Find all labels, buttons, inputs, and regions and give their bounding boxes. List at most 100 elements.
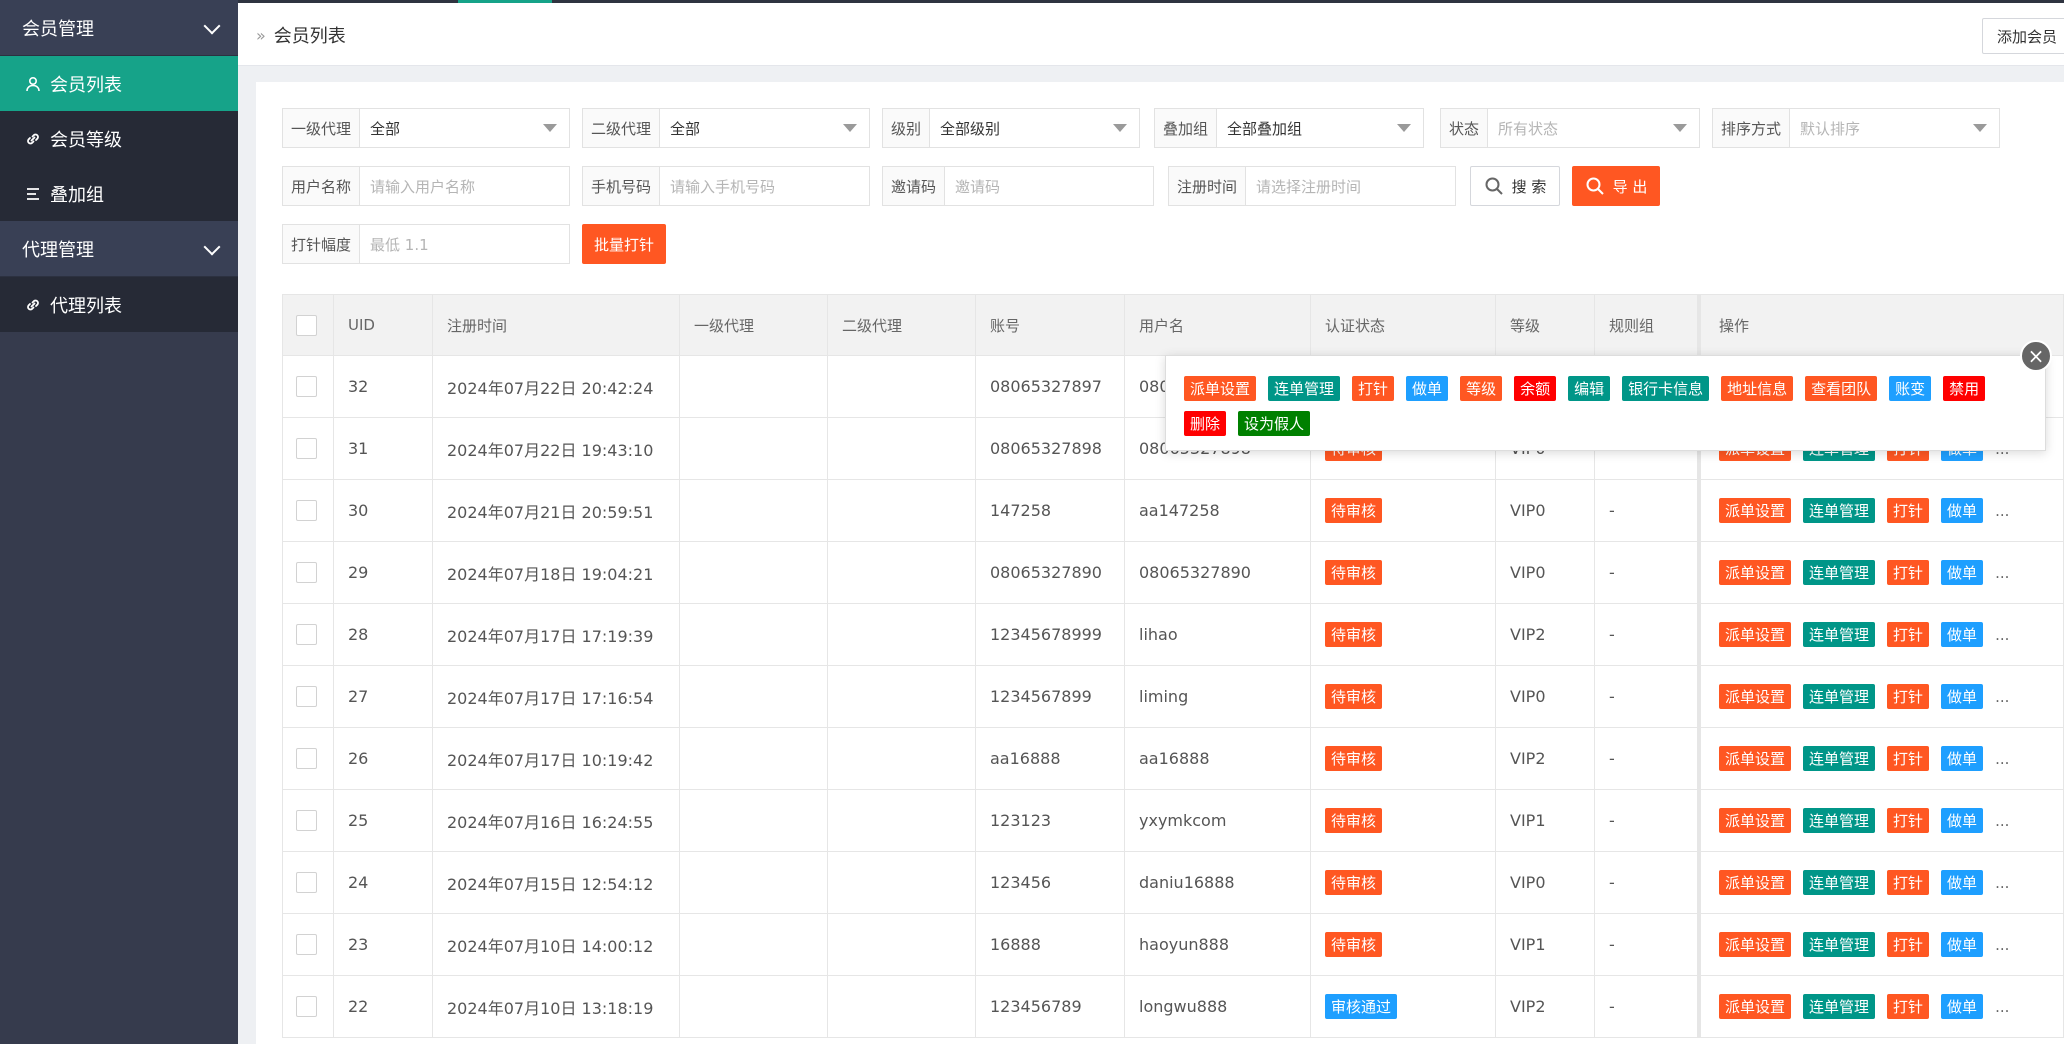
popup-action-button[interactable]: 做单 bbox=[1406, 376, 1449, 401]
row-checkbox[interactable] bbox=[296, 934, 317, 955]
more-actions-button[interactable]: ... bbox=[1995, 564, 2009, 582]
punch-button[interactable]: 打针 bbox=[1887, 622, 1930, 647]
make-order-button[interactable]: 做单 bbox=[1941, 498, 1984, 523]
make-order-button[interactable]: 做单 bbox=[1941, 560, 1984, 585]
col-rule[interactable]: 规则组 bbox=[1595, 295, 1701, 355]
stack-select[interactable]: 叠加组 全部叠加组 bbox=[1154, 108, 1424, 148]
sidebar-group-agent[interactable]: 代理管理 bbox=[0, 221, 238, 277]
sidebar-item-member-list[interactable]: 会员列表 bbox=[0, 56, 238, 111]
popup-action-button[interactable]: 派单设置 bbox=[1184, 376, 1257, 401]
more-actions-button[interactable]: ... bbox=[1995, 750, 2009, 768]
close-icon[interactable]: × bbox=[2020, 340, 2052, 372]
agent2-value[interactable]: 全部 bbox=[660, 109, 869, 147]
username-field[interactable]: 用户名称 请输入用户名称 bbox=[282, 166, 570, 206]
punch-button[interactable]: 打针 bbox=[1887, 932, 1930, 957]
more-actions-button[interactable]: ... bbox=[1995, 502, 2009, 520]
punch-button[interactable]: 打针 bbox=[1887, 994, 1930, 1019]
add-member-button[interactable]: 添加会员 bbox=[1981, 18, 2064, 54]
dispatch-settings-button[interactable]: 派单设置 bbox=[1719, 622, 1792, 647]
chain-order-button[interactable]: 连单管理 bbox=[1803, 622, 1876, 647]
status-value[interactable]: 所有状态 bbox=[1488, 109, 1699, 147]
row-checkbox[interactable] bbox=[296, 376, 317, 397]
chain-order-button[interactable]: 连单管理 bbox=[1803, 498, 1876, 523]
sidebar-group-member[interactable]: 会员管理 bbox=[0, 0, 238, 56]
col-level[interactable]: 等级 bbox=[1496, 295, 1595, 355]
chain-order-button[interactable]: 连单管理 bbox=[1803, 932, 1876, 957]
username-input[interactable]: 请输入用户名称 bbox=[360, 167, 569, 205]
make-order-button[interactable]: 做单 bbox=[1941, 932, 1984, 957]
punch-button[interactable]: 打针 bbox=[1887, 808, 1930, 833]
popup-action-button[interactable]: 设为假人 bbox=[1238, 411, 1311, 436]
level-value[interactable]: 全部级别 bbox=[930, 109, 1139, 147]
col-username[interactable]: 用户名 bbox=[1125, 295, 1311, 355]
row-checkbox[interactable] bbox=[296, 872, 317, 893]
col-uid[interactable]: UID bbox=[334, 295, 433, 355]
chain-order-button[interactable]: 连单管理 bbox=[1803, 684, 1876, 709]
col-agent2[interactable]: 二级代理 bbox=[828, 295, 976, 355]
more-actions-button[interactable]: ... bbox=[1995, 936, 2009, 954]
punch-button[interactable]: 打针 bbox=[1887, 746, 1930, 771]
punch-input[interactable]: 最低 1.1 bbox=[360, 225, 569, 263]
regtime-input[interactable]: 请选择注册时间 bbox=[1246, 167, 1455, 205]
popup-action-button[interactable]: 删除 bbox=[1184, 411, 1227, 436]
popup-action-button[interactable]: 等级 bbox=[1460, 376, 1503, 401]
agent1-select[interactable]: 一级代理 全部 bbox=[282, 108, 570, 148]
popup-action-button[interactable]: 地址信息 bbox=[1721, 376, 1794, 401]
level-select[interactable]: 级别 全部级别 bbox=[882, 108, 1140, 148]
batch-punch-button[interactable]: 批量打针 bbox=[582, 224, 666, 264]
popup-action-button[interactable]: 连单管理 bbox=[1268, 376, 1341, 401]
more-actions-button[interactable]: ... bbox=[1995, 812, 2009, 830]
punch-button[interactable]: 打针 bbox=[1887, 560, 1930, 585]
col-auth[interactable]: 认证状态 bbox=[1311, 295, 1496, 355]
chain-order-button[interactable]: 连单管理 bbox=[1803, 994, 1876, 1019]
popup-action-button[interactable]: 打针 bbox=[1352, 376, 1395, 401]
make-order-button[interactable]: 做单 bbox=[1941, 746, 1984, 771]
col-account[interactable]: 账号 bbox=[976, 295, 1125, 355]
export-button[interactable]: 导 出 bbox=[1572, 166, 1660, 206]
dispatch-settings-button[interactable]: 派单设置 bbox=[1719, 994, 1792, 1019]
row-checkbox[interactable] bbox=[296, 562, 317, 583]
popup-action-button[interactable]: 编辑 bbox=[1568, 376, 1611, 401]
popup-action-button[interactable]: 余额 bbox=[1514, 376, 1557, 401]
stack-value[interactable]: 全部叠加组 bbox=[1217, 109, 1423, 147]
select-all-checkbox[interactable] bbox=[296, 314, 317, 336]
phone-input[interactable]: 请输入手机号码 bbox=[660, 167, 869, 205]
phone-field[interactable]: 手机号码 请输入手机号码 bbox=[582, 166, 870, 206]
dispatch-settings-button[interactable]: 派单设置 bbox=[1719, 560, 1792, 585]
chain-order-button[interactable]: 连单管理 bbox=[1803, 870, 1876, 895]
dispatch-settings-button[interactable]: 派单设置 bbox=[1719, 808, 1792, 833]
row-checkbox[interactable] bbox=[296, 748, 317, 769]
col-agent1[interactable]: 一级代理 bbox=[680, 295, 828, 355]
agent2-select[interactable]: 二级代理 全部 bbox=[582, 108, 870, 148]
dispatch-settings-button[interactable]: 派单设置 bbox=[1719, 684, 1792, 709]
more-actions-button[interactable]: ... bbox=[1995, 626, 2009, 644]
search-button[interactable]: 搜 索 bbox=[1470, 166, 1560, 206]
sidebar-item-stack-group[interactable]: 叠加组 bbox=[0, 166, 238, 221]
sidebar-item-member-level[interactable]: 会员等级 bbox=[0, 111, 238, 166]
more-actions-button[interactable]: ... bbox=[1995, 874, 2009, 892]
chain-order-button[interactable]: 连单管理 bbox=[1803, 560, 1876, 585]
make-order-button[interactable]: 做单 bbox=[1941, 994, 1984, 1019]
dispatch-settings-button[interactable]: 派单设置 bbox=[1719, 870, 1792, 895]
sort-value[interactable]: 默认排序 bbox=[1790, 109, 1999, 147]
dispatch-settings-button[interactable]: 派单设置 bbox=[1719, 932, 1792, 957]
popup-action-button[interactable]: 查看团队 bbox=[1805, 376, 1878, 401]
row-checkbox[interactable] bbox=[296, 686, 317, 707]
punch-button[interactable]: 打针 bbox=[1887, 684, 1930, 709]
status-select[interactable]: 状态 所有状态 bbox=[1440, 108, 1700, 148]
invite-field[interactable]: 邀请码 邀请码 bbox=[882, 166, 1154, 206]
chain-order-button[interactable]: 连单管理 bbox=[1803, 808, 1876, 833]
dispatch-settings-button[interactable]: 派单设置 bbox=[1719, 498, 1792, 523]
make-order-button[interactable]: 做单 bbox=[1941, 622, 1984, 647]
sort-select[interactable]: 排序方式 默认排序 bbox=[1712, 108, 2000, 148]
row-checkbox[interactable] bbox=[296, 500, 317, 521]
more-actions-button[interactable]: ... bbox=[1995, 688, 2009, 706]
col-regtime[interactable]: 注册时间 bbox=[433, 295, 680, 355]
punch-button[interactable]: 打针 bbox=[1887, 870, 1930, 895]
make-order-button[interactable]: 做单 bbox=[1941, 684, 1984, 709]
row-checkbox[interactable] bbox=[296, 438, 317, 459]
punch-field[interactable]: 打针幅度 最低 1.1 bbox=[282, 224, 570, 264]
make-order-button[interactable]: 做单 bbox=[1941, 870, 1984, 895]
dispatch-settings-button[interactable]: 派单设置 bbox=[1719, 746, 1792, 771]
more-actions-button[interactable]: ... bbox=[1995, 998, 2009, 1016]
